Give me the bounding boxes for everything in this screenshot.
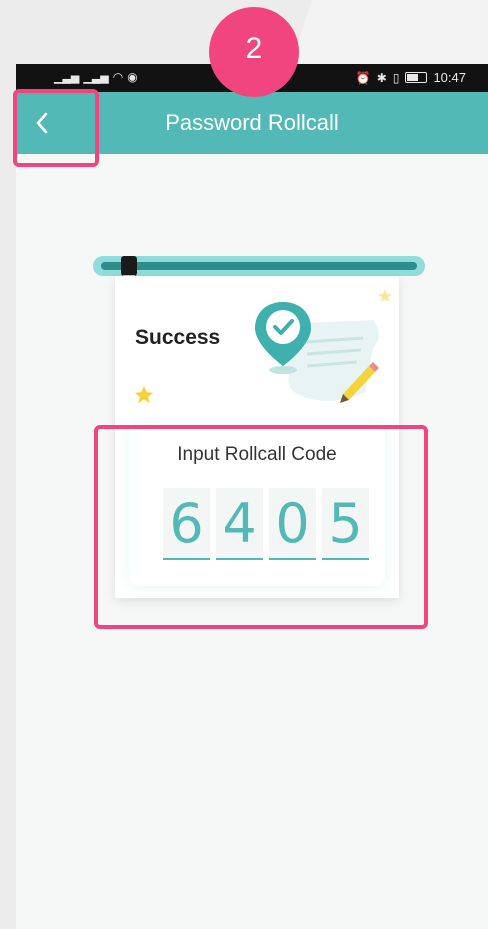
wifi-icon: ◠ bbox=[112, 70, 124, 84]
highlight-code-panel bbox=[94, 425, 428, 629]
bluetooth-icon: ✱ bbox=[376, 70, 387, 85]
status-time: 10:47 bbox=[433, 70, 466, 85]
vibrate-icon: ▯ bbox=[392, 70, 400, 85]
scroll-rod bbox=[93, 256, 425, 280]
success-label: Success bbox=[135, 326, 221, 349]
location-check-illustration bbox=[255, 302, 379, 403]
eye-icon: ◉ bbox=[127, 70, 138, 84]
star-icon bbox=[134, 385, 154, 404]
highlight-back-button bbox=[13, 89, 99, 167]
status-left-icons: ▁▃▅ ▁▃▅ ◠ ◉ bbox=[54, 70, 138, 84]
status-right-icons: ⏰ ✱ ▯ 10:47 bbox=[356, 70, 466, 85]
alarm-icon: ⏰ bbox=[355, 70, 371, 85]
signal-icon: ▁▃▅ bbox=[83, 71, 109, 84]
signal-icon: ▁▃▅ bbox=[54, 71, 80, 84]
battery-icon bbox=[405, 72, 428, 83]
step-number: 2 bbox=[245, 32, 263, 65]
step-number-badge: 2 bbox=[209, 7, 299, 97]
rod-cap bbox=[121, 256, 137, 280]
